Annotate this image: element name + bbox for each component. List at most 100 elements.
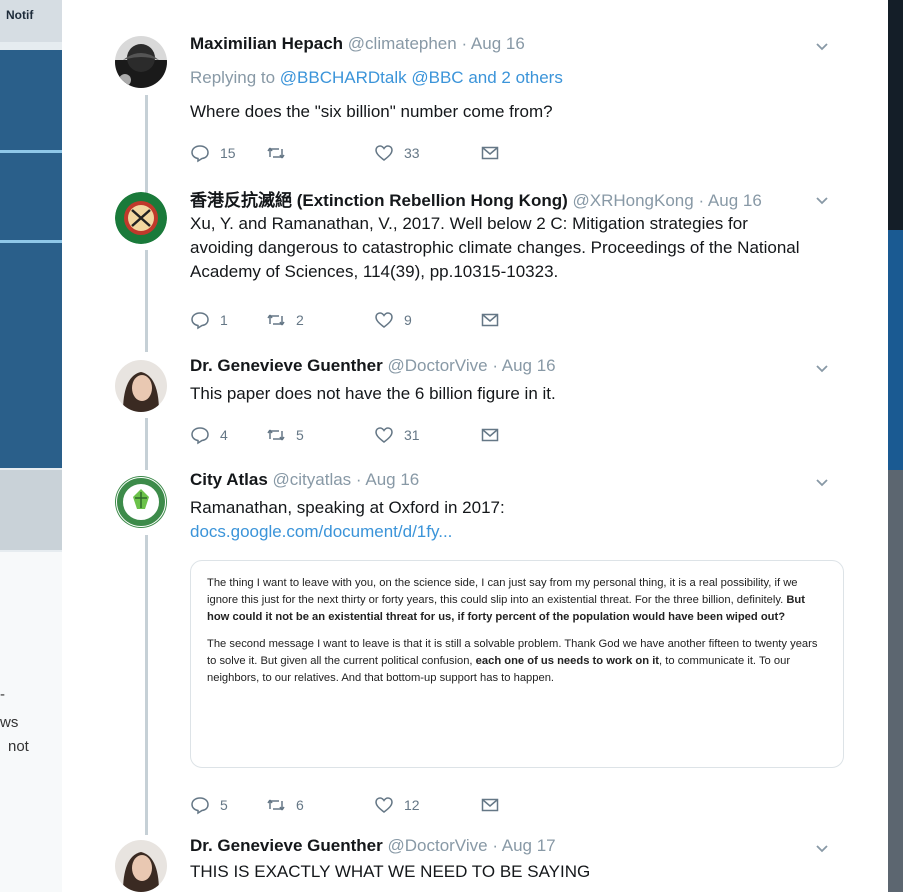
like-button[interactable]: 12 — [374, 794, 420, 816]
tweet-date[interactable]: · Aug 16 — [461, 34, 524, 53]
like-count: 33 — [404, 145, 420, 161]
like-button[interactable]: 33 — [374, 142, 420, 164]
author-handle[interactable]: @climatephen — [348, 34, 457, 53]
background-image — [0, 50, 64, 468]
conversation-modal: Maximilian Hepach @climatephen · Aug 16 … — [62, 0, 888, 892]
background-text-fragment: not — [8, 738, 29, 755]
reply-count: 5 — [220, 797, 228, 813]
author-handle[interactable]: @DoctorVive — [387, 356, 487, 375]
retweet-count: 5 — [296, 427, 304, 443]
chevron-down-icon[interactable] — [814, 360, 830, 376]
quote-card[interactable]: The thing I want to leave with you, on t… — [190, 560, 844, 768]
reply-icon — [191, 312, 209, 330]
like-icon — [375, 797, 393, 813]
tweet-date[interactable]: · Aug 16 — [698, 191, 761, 210]
tweet-text-line: Academy of Sciences, 114(39), pp.10315-1… — [190, 262, 559, 281]
replying-to-label: Replying to — [190, 68, 276, 87]
reply-button[interactable]: 4 — [190, 424, 228, 446]
reply-icon — [191, 145, 209, 163]
thread-connector — [145, 250, 148, 352]
thread-connector — [145, 535, 148, 835]
avatar[interactable] — [115, 36, 167, 88]
tweet-date[interactable]: · Aug 16 — [492, 356, 555, 375]
background-page-right — [888, 0, 903, 892]
author-name[interactable]: Dr. Genevieve Guenther — [190, 356, 383, 375]
reply-icon — [191, 427, 209, 445]
tweet-actions: 5 6 12 — [190, 794, 550, 816]
tweet-actions: 15 33 — [190, 142, 550, 164]
tweet-text: THIS IS EXACTLY WHAT WE NEED TO BE SAYIN… — [190, 862, 591, 881]
tweet-text: Xu, Y. and Ramanathan, V., 2017. Well be… — [190, 212, 800, 284]
tweet-text: This paper does not have the 6 billion f… — [190, 384, 556, 403]
chevron-down-icon[interactable] — [814, 38, 830, 54]
tweet-text: Where does the "six billion" number come… — [190, 102, 553, 121]
reply-count: 15 — [220, 145, 236, 161]
author-name[interactable]: City Atlas — [190, 470, 268, 489]
dm-icon — [481, 428, 499, 442]
retweet-icon — [267, 429, 285, 441]
reply-count: 4 — [220, 427, 228, 443]
avatar[interactable] — [115, 360, 167, 412]
like-count: 31 — [404, 427, 420, 443]
retweet-button[interactable] — [266, 142, 296, 164]
author-name[interactable]: 香港反抗滅絕 (Extinction Rebellion Hong Kong) — [190, 191, 568, 210]
thread-connector — [145, 418, 148, 470]
tweet-date[interactable]: · Aug 17 — [492, 836, 555, 855]
quote-bold-text: each one of us needs to work on it — [475, 655, 660, 667]
author-handle[interactable]: @XRHongKong — [573, 191, 694, 210]
tweet-header: 香港反抗滅絕 (Extinction Rebellion Hong Kong) … — [190, 186, 762, 211]
chevron-down-icon[interactable] — [814, 192, 830, 208]
tweet-actions: 4 5 31 — [190, 424, 550, 446]
author-name[interactable]: Maximilian Hepach — [190, 34, 343, 53]
retweet-count: 6 — [296, 797, 304, 813]
dm-icon — [481, 798, 499, 812]
document-link[interactable]: docs.google.com/document/d/1fy... — [190, 520, 505, 544]
like-count: 12 — [404, 797, 420, 813]
tweet-text-line: avoiding dangerous to catastrophic clima… — [190, 238, 800, 257]
replying-to-others[interactable]: and 2 others — [468, 68, 563, 87]
tweet-header: Dr. Genevieve Guenther @DoctorVive · Aug… — [190, 836, 556, 856]
dm-button[interactable] — [480, 142, 500, 164]
reply-button[interactable]: 5 — [190, 794, 228, 816]
chevron-down-icon[interactable] — [814, 474, 830, 490]
dm-button[interactable] — [480, 309, 500, 331]
retweet-icon — [267, 314, 285, 326]
author-handle[interactable]: @cityatlas — [273, 470, 352, 489]
dm-button[interactable] — [480, 794, 500, 816]
background-text-fragment: ws — [0, 714, 19, 731]
tweet-text: Ramanathan, speaking at Oxford in 2017: … — [190, 496, 505, 544]
like-button[interactable]: 9 — [374, 309, 412, 331]
tweet-header: Maximilian Hepach @climatephen · Aug 16 — [190, 34, 525, 54]
dm-button[interactable] — [480, 424, 500, 446]
retweet-button[interactable]: 6 — [266, 794, 304, 816]
replying-to: Replying to @BBCHARDtalk @BBC and 2 othe… — [190, 68, 563, 88]
reply-button[interactable]: 15 — [190, 142, 236, 164]
reply-icon — [191, 797, 209, 815]
author-name[interactable]: Dr. Genevieve Guenther — [190, 836, 383, 855]
background-notifications-label: Notif — [6, 8, 34, 22]
reply-button[interactable]: 1 — [190, 309, 228, 331]
avatar[interactable] — [115, 192, 167, 244]
author-handle[interactable]: @DoctorVive — [387, 836, 487, 855]
avatar[interactable] — [115, 476, 167, 528]
tweet-date[interactable]: · Aug 16 — [356, 470, 419, 489]
like-count: 9 — [404, 312, 412, 328]
like-icon — [375, 145, 393, 161]
tweet-header: Dr. Genevieve Guenther @DoctorVive · Aug… — [190, 356, 556, 376]
avatar[interactable] — [115, 840, 167, 892]
retweet-button[interactable]: 2 — [266, 309, 304, 331]
retweet-icon — [267, 799, 285, 811]
dm-icon — [481, 313, 499, 327]
thread-connector — [145, 95, 148, 195]
like-icon — [375, 312, 393, 328]
background-panel — [0, 470, 64, 550]
like-button[interactable]: 31 — [374, 424, 420, 446]
quote-paragraph: The second message I want to leave is th… — [207, 636, 827, 687]
chevron-down-icon[interactable] — [814, 840, 830, 856]
replying-to-mentions[interactable]: @BBCHARDtalk @BBC — [280, 68, 464, 87]
quote-paragraph: The thing I want to leave with you, on t… — [207, 575, 827, 626]
tweet-actions: 1 2 9 — [190, 309, 550, 331]
dm-icon — [481, 146, 499, 160]
retweet-button[interactable]: 5 — [266, 424, 304, 446]
reply-count: 1 — [220, 312, 228, 328]
